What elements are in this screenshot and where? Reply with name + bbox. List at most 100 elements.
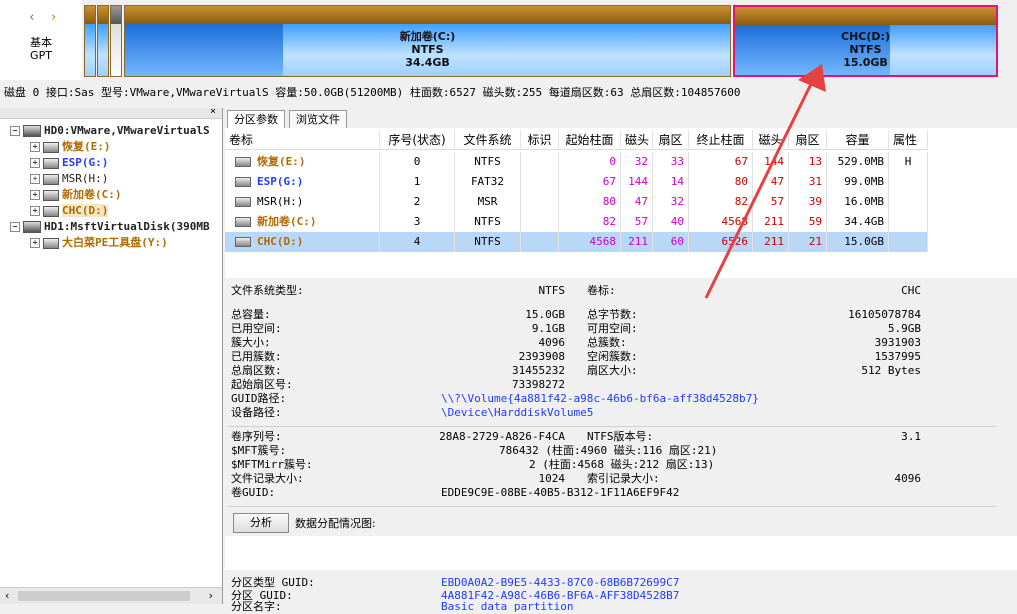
total-bytes-value: 16105078784 [848, 308, 921, 321]
start-sector-value: 73398272 [512, 378, 565, 391]
analyze-button[interactable]: 分析 [233, 513, 289, 533]
volume-guid-label: 卷GUID: [231, 486, 276, 499]
col-fs[interactable]: 文件系统 [455, 130, 521, 150]
tree-node-c[interactable]: + 新加卷(C:) [30, 188, 122, 202]
used-clusters-value: 2393908 [518, 350, 565, 363]
mft-cluster-value: 786432 (柱面:4960 磁头:116 扇区:21) [499, 444, 718, 457]
tab-browse-files[interactable]: 浏览文件 [289, 110, 347, 129]
partition-block-msr[interactable] [110, 5, 122, 77]
volume-icon [235, 157, 251, 167]
disk-tree[interactable]: × − HD0:VMware,VMwareVirtualS + 恢复(E:) + ES… [0, 106, 223, 604]
tab-partition-params[interactable]: 分区参数 [227, 110, 285, 128]
volume-icon [235, 237, 251, 247]
tree-node-esp[interactable]: + ESP(G:) [30, 156, 108, 170]
partition-c-label: 新加卷(C:) [399, 30, 456, 43]
table-row[interactable]: MSR(H:) 2 MSR 80 47 32 82 57 39 16.0MB [225, 192, 928, 212]
collapse-icon[interactable]: − [10, 126, 20, 136]
mftmirr-cluster-label: $MFTMirr簇号: [231, 458, 313, 471]
device-path-value: \Device\HarddiskVolume5 [441, 406, 594, 419]
file-record-size-label: 文件记录大小: [231, 472, 304, 485]
col-end-head[interactable]: 磁头 [753, 130, 789, 150]
expand-icon[interactable]: + [30, 142, 40, 152]
table-row[interactable]: 新加卷(C:) 3 NTFS 82 57 40 4568 211 59 34.4… [225, 212, 928, 232]
col-attr[interactable]: 属性 [889, 130, 928, 150]
partition-block-c[interactable]: 新加卷(C:) NTFS 34.4GB [124, 5, 731, 77]
table-row-selected[interactable]: CHC(D:) 4 NTFS 4568 211 60 6526 211 21 1… [225, 232, 928, 252]
col-start-sector[interactable]: 扇区 [653, 130, 689, 150]
guid-path-label: GUID路径: [231, 392, 287, 405]
disk-label: ‹ › 基本 GPT [0, 0, 82, 80]
table-row[interactable]: 恢复(E:) 0 NTFS 0 32 33 67 144 13 529.0MB … [225, 152, 928, 172]
total-bytes-label: 总字节数: [587, 308, 638, 321]
expand-icon[interactable]: + [30, 158, 40, 168]
scrollbar-thumb[interactable] [18, 591, 190, 601]
fs-type-label: 文件系统类型: [231, 284, 304, 297]
tree-horizontal-scrollbar[interactable]: ‹ › [0, 587, 222, 604]
volume-guid-value: EDDE9C9E-08BE-40B5-B312-1F11A6EF9F42 [441, 486, 680, 499]
volume-icon [43, 141, 59, 153]
disk-info: 磁盘 0 接口:Sas 型号:VMware,VMwareVirtualS 容量:… [4, 86, 741, 99]
free-space-label: 可用空间: [587, 322, 638, 335]
allocation-map [225, 536, 1017, 570]
partition-d-fs: NTFS [849, 43, 882, 56]
volume-icon [235, 177, 251, 187]
partition-block-recovery[interactable] [84, 5, 96, 77]
col-end-cyl[interactable]: 终止柱面 [689, 130, 753, 150]
disk-type-basic: 基本 [30, 36, 52, 49]
tree-node-recovery[interactable]: + 恢复(E:) [30, 140, 111, 154]
disk-nav[interactable]: ‹ › [28, 10, 57, 25]
partition-table: 卷标 序号(状态) 文件系统 标识 起始柱面 磁头 扇区 终止柱面 磁头 扇区 … [225, 128, 1017, 278]
col-end-sector[interactable]: 扇区 [789, 130, 827, 150]
divider [227, 506, 997, 507]
sector-size-label: 扇区大小: [587, 364, 638, 377]
fs-type-value: NTFS [538, 284, 566, 297]
ntfs-version-label: NTFS版本号: [587, 430, 654, 443]
disk-type: 基本 GPT [0, 36, 82, 62]
mftmirr-cluster-value: 2 (柱面:4568 磁头:212 扇区:13) [529, 458, 715, 471]
expand-icon[interactable]: + [30, 190, 40, 200]
col-label[interactable]: 卷标 [225, 130, 380, 150]
disk-type-gpt: GPT [30, 49, 52, 62]
serial-value: 28A8-2729-A826-F4CA [439, 430, 565, 443]
partition-block-esp[interactable] [97, 5, 109, 77]
total-capacity-label: 总容量: [231, 308, 271, 321]
mft-cluster-label: $MFT簇号: [231, 444, 287, 457]
close-icon[interactable]: × [210, 106, 216, 117]
volume-icon [235, 197, 251, 207]
col-index[interactable]: 序号(状态) [380, 130, 455, 150]
volume-icon [43, 157, 59, 169]
table-row[interactable]: ESP(G:) 1 FAT32 67 144 14 80 47 31 99.0M… [225, 172, 928, 192]
tree-node-hd0[interactable]: − HD0:VMware,VMwareVirtualS [10, 124, 210, 138]
tree-node-msr[interactable]: + MSR(H:) [30, 172, 108, 186]
right-panel: 分区参数 浏览文件 卷标 序号(状态) 文件系统 标识 起始柱面 磁头 扇区 终… [225, 108, 1017, 613]
nav-right-icon[interactable]: › [50, 10, 58, 25]
file-record-size-value: 1024 [538, 472, 566, 485]
expand-icon[interactable]: + [30, 206, 40, 216]
index-record-size-label: 索引记录大小: [587, 472, 660, 485]
scroll-right-icon[interactable]: › [207, 589, 214, 602]
col-capacity[interactable]: 容量 [827, 130, 889, 150]
nav-left-icon[interactable]: ‹ [28, 10, 36, 25]
total-clusters-value: 3931903 [874, 336, 921, 349]
tree-node-pe[interactable]: + 大白菜PE工具盘(Y:) [30, 236, 168, 250]
partition-block-d[interactable]: CHC(D:) NTFS 15.0GB [733, 5, 998, 77]
device-path-label: 设备路径: [231, 406, 282, 419]
volume-icon [43, 237, 59, 249]
col-start-cyl[interactable]: 起始柱面 [559, 130, 621, 150]
volume-icon [43, 189, 59, 201]
expand-icon[interactable]: + [30, 174, 40, 184]
ntfs-version-value: 3.1 [901, 430, 921, 443]
col-start-head[interactable]: 磁头 [621, 130, 653, 150]
tree-node-d[interactable]: + CHC(D:) [30, 204, 109, 218]
used-space-label: 已用空间: [231, 322, 282, 335]
col-flag[interactable]: 标识 [521, 130, 559, 150]
collapse-icon[interactable]: − [10, 222, 20, 232]
expand-icon[interactable]: + [30, 238, 40, 248]
used-clusters-label: 已用簇数: [231, 350, 282, 363]
volume-label-value: CHC [901, 284, 921, 297]
total-sectors-value: 31455232 [512, 364, 565, 377]
scroll-left-icon[interactable]: ‹ [4, 589, 11, 602]
total-capacity-value: 15.0GB [525, 308, 565, 321]
tree-node-hd1[interactable]: − HD1:MsftVirtualDisk(390MB [10, 220, 210, 234]
volume-icon [235, 217, 251, 227]
